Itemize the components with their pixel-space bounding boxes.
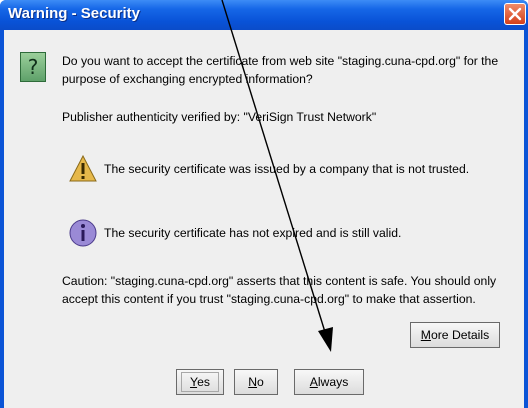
caution-text-line2: accept this content if you trust "stagin… bbox=[62, 292, 476, 306]
publisher-text: Publisher authenticity verified by: "Ver… bbox=[62, 110, 377, 124]
question-icon: ? bbox=[20, 52, 46, 82]
always-mnemonic: A bbox=[309, 375, 318, 389]
always-label: lways bbox=[317, 375, 349, 389]
more-details-button[interactable]: More Details bbox=[410, 322, 500, 348]
info-message: The security certificate has not expired… bbox=[104, 226, 402, 240]
no-button[interactable]: No bbox=[234, 369, 278, 395]
window-title: Warning - Security bbox=[8, 5, 140, 22]
security-warning-window: Warning - Security ? Do you want to acce… bbox=[0, 0, 528, 408]
question-text-line1: Do you want to accept the certificate fr… bbox=[62, 54, 499, 68]
more-details-mnemonic: M bbox=[420, 328, 431, 342]
yes-label: es bbox=[197, 375, 210, 389]
more-details-label: ore Details bbox=[430, 328, 490, 342]
yes-button[interactable]: Yes bbox=[176, 369, 224, 395]
no-label: o bbox=[257, 375, 264, 389]
no-mnemonic: N bbox=[248, 375, 258, 389]
warning-message: The security certificate was issued by a… bbox=[104, 162, 470, 176]
title-bar[interactable]: Warning - Security bbox=[0, 0, 528, 30]
caution-text-line1: Caution: "staging.cuna-cpd.org" asserts … bbox=[62, 274, 497, 288]
yes-mnemonic: Y bbox=[190, 375, 198, 389]
always-button[interactable]: Always bbox=[294, 369, 364, 395]
close-icon bbox=[508, 7, 522, 21]
info-icon bbox=[69, 219, 97, 247]
question-text-line2: purpose of exchanging encrypted informat… bbox=[62, 72, 313, 86]
warning-icon bbox=[69, 154, 97, 182]
dialog-body: ? Do you want to accept the certificate … bbox=[4, 30, 524, 408]
close-button[interactable] bbox=[504, 3, 526, 25]
